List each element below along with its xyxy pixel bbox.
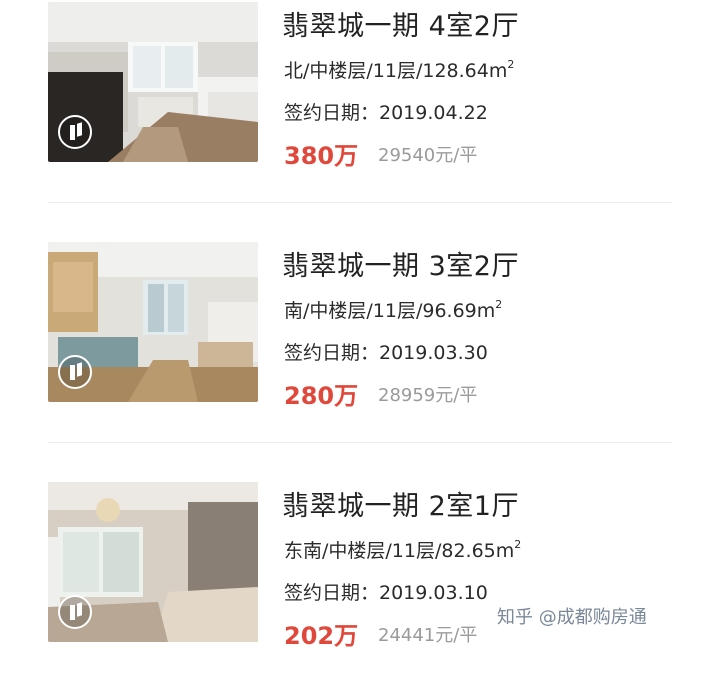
unit-price: 24441元/平 [378,625,478,646]
total-price: 380万 [284,142,359,170]
listing-photo[interactable] [48,242,258,402]
total-price: 280万 [284,382,359,410]
total-price: 202万 [284,622,359,650]
unit-price: 28959元/平 [378,385,478,406]
unit-price: 29540元/平 [378,145,478,166]
listing-title[interactable]: 翡翠城一期 3室2厅 [282,244,519,283]
area-unit-superscript: 2 [495,297,503,311]
listing-item[interactable]: 翡翠城一期 3室2厅 南/中楼层/11层/96.69m2 签约日期：2019.0… [0,240,720,440]
listing-info: 东南/中楼层/11层/82.65m2 [284,536,521,563]
listing-item[interactable]: 翡翠城一期 4室2厅 北/中楼层/11层/128.64m2 签约日期：2019.… [0,0,720,200]
listing-photo[interactable] [48,482,258,642]
sign-date: 签约日期：2019.03.30 [284,342,488,364]
sign-date: 签约日期：2019.03.10 [284,582,488,604]
listing-info: 北/中楼层/11层/128.64m2 [284,56,514,83]
listing-info: 南/中楼层/11层/96.69m2 [284,296,502,323]
watermark: 知乎 @成都购房通 [497,607,647,628]
video-play-icon[interactable] [58,595,92,629]
divider [48,442,672,443]
sign-date: 签约日期：2019.04.22 [284,102,488,124]
listing-title[interactable]: 翡翠城一期 4室2厅 [282,4,519,43]
area-unit-superscript: 2 [514,537,522,551]
area-unit-superscript: 2 [507,57,515,71]
video-play-icon[interactable] [58,115,92,149]
listing-item[interactable]: 翡翠城一期 2室1厅 东南/中楼层/11层/82.65m2 签约日期：2019.… [0,480,720,680]
divider [48,202,672,203]
listing-photo[interactable] [48,2,258,162]
listing-info-text: 南/中楼层/11层/96.69m [284,300,496,322]
listing-info-text: 北/中楼层/11层/128.64m [284,60,508,82]
listing-title[interactable]: 翡翠城一期 2室1厅 [282,484,519,523]
video-play-icon[interactable] [58,355,92,389]
listing-info-text: 东南/中楼层/11层/82.65m [284,540,515,562]
